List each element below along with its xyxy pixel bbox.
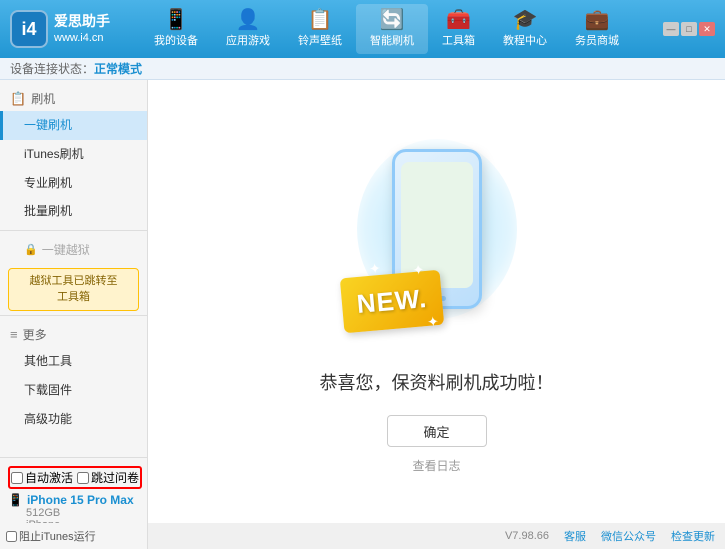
sidebar-jailbreak-disabled: 🔒 一键越狱: [0, 235, 147, 264]
sidebar-other-tools[interactable]: 其他工具: [0, 347, 147, 376]
nav-tutorial-icon: 🎓: [513, 10, 538, 30]
device-icon: 📱: [8, 493, 23, 507]
maximize-button[interactable]: □: [681, 22, 697, 36]
new-badge: NEW. ✦ ✦ ✦: [339, 270, 443, 334]
app-logo-icon: i4: [10, 10, 48, 48]
device-divider: [0, 457, 147, 458]
itunes-block-checkbox[interactable]: [6, 531, 17, 542]
sidebar-batch-flash[interactable]: 批量刷机: [0, 197, 147, 226]
checkbox-group: 自动激活 跳过问卷: [11, 469, 139, 486]
sidebar-pro-flash[interactable]: 专业刷机: [0, 169, 147, 198]
sparkle-2: ✦: [411, 261, 424, 279]
nav-service[interactable]: 💼 务员商城: [561, 4, 633, 54]
nav-tools-icon: 🧰: [446, 10, 471, 30]
minimize-button[interactable]: —: [663, 22, 679, 36]
status-bar: 设备连接状态： 正常模式: [0, 58, 725, 80]
nav-apps[interactable]: 👤 应用游戏: [212, 4, 284, 54]
more-section-header: ≡ 更多: [0, 320, 147, 347]
check-update-link[interactable]: 检查更新: [671, 528, 715, 544]
confirm-button[interactable]: 确定: [387, 415, 487, 447]
checkbox-highlight: 自动激活 跳过问卷: [8, 466, 142, 489]
sidebar-one-click-flash[interactable]: 一键刷机: [0, 111, 147, 140]
lock-icon: 🔒: [24, 243, 38, 256]
nav-flash-icon: 🔄: [380, 10, 405, 30]
header-right: — □ ✕: [663, 22, 715, 36]
logo-text: 爱思助手 www.i4.cn: [54, 12, 110, 47]
nav-device-icon: 📱: [164, 10, 189, 30]
main-layout: 📋 刷机 一键刷机 iTunes刷机 专业刷机 批量刷机 🔒 一键越狱 越狱工具…: [0, 80, 725, 523]
sparkle-1: ✦: [368, 260, 381, 278]
customer-service-link[interactable]: 客服: [564, 528, 586, 544]
header: i4 爱思助手 www.i4.cn 📱 我的设备 👤 应用游戏 📋 铃声壁纸 🔄…: [0, 0, 725, 58]
nav-apps-icon: 👤: [236, 10, 261, 30]
flash-section-icon: 📋: [10, 91, 26, 107]
auto-activate-checkbox[interactable]: [11, 472, 23, 484]
version-text: V7.98.66: [505, 530, 549, 542]
sidebar-warning-text: 越狱工具已跳转至工具箱: [8, 268, 139, 311]
auto-activate-label[interactable]: 自动激活: [11, 469, 73, 486]
more-section-icon: ≡: [10, 327, 18, 342]
device-name: 📱 iPhone 15 Pro Max: [8, 493, 139, 507]
wechat-link[interactable]: 微信公众号: [601, 528, 656, 544]
skip-backup-checkbox[interactable]: [77, 472, 89, 484]
sparkle-3: ✦: [426, 313, 439, 331]
device-storage: 512GB: [8, 507, 139, 519]
content-area: NEW. ✦ ✦ ✦ 恭喜您，保资料刷机成功啦！ 确定 查看日志: [148, 80, 725, 523]
phone-screen: [401, 162, 473, 288]
nav-ringtone[interactable]: 📋 铃声壁纸: [284, 4, 356, 54]
window-controls: — □ ✕: [663, 22, 715, 36]
nav-service-icon: 💼: [585, 10, 610, 30]
flash-section-header: 📋 刷机: [0, 84, 147, 111]
sidebar-divider-1: [0, 230, 147, 231]
skip-backup-label[interactable]: 跳过问卷: [77, 469, 139, 486]
device-panel: 自动激活 跳过问卷 📱 iPhone 15 Pro Max 512GB iPho…: [0, 462, 147, 523]
sidebar: 📋 刷机 一键刷机 iTunes刷机 专业刷机 批量刷机 🔒 一键越狱 越狱工具…: [0, 80, 148, 523]
logo-area: i4 爱思助手 www.i4.cn: [10, 10, 120, 48]
view-log-link[interactable]: 查看日志: [412, 457, 460, 474]
sidebar-advanced[interactable]: 高级功能: [0, 405, 147, 434]
nav-tutorial[interactable]: 🎓 教程中心: [489, 4, 561, 54]
sidebar-itunes-flash[interactable]: iTunes刷机: [0, 140, 147, 169]
close-button[interactable]: ✕: [699, 22, 715, 36]
nav-smart-flash[interactable]: 🔄 智能刷机: [356, 4, 428, 54]
nav-ringtone-icon: 📋: [308, 10, 333, 30]
sidebar-download-fw[interactable]: 下载固件: [0, 376, 147, 405]
phone-illustration: NEW. ✦ ✦ ✦: [337, 129, 537, 349]
nav-tools[interactable]: 🧰 工具箱: [428, 4, 489, 54]
itunes-block-label[interactable]: 阻止iTunes运行: [6, 528, 96, 544]
nav-my-device[interactable]: 📱 我的设备: [140, 4, 212, 54]
sidebar-divider-2: [0, 315, 147, 316]
success-title: 恭喜您，保资料刷机成功啦！: [320, 369, 554, 395]
nav-bar: 📱 我的设备 👤 应用游戏 📋 铃声壁纸 🔄 智能刷机 🧰 工具箱 🎓 教程中心…: [120, 4, 653, 54]
